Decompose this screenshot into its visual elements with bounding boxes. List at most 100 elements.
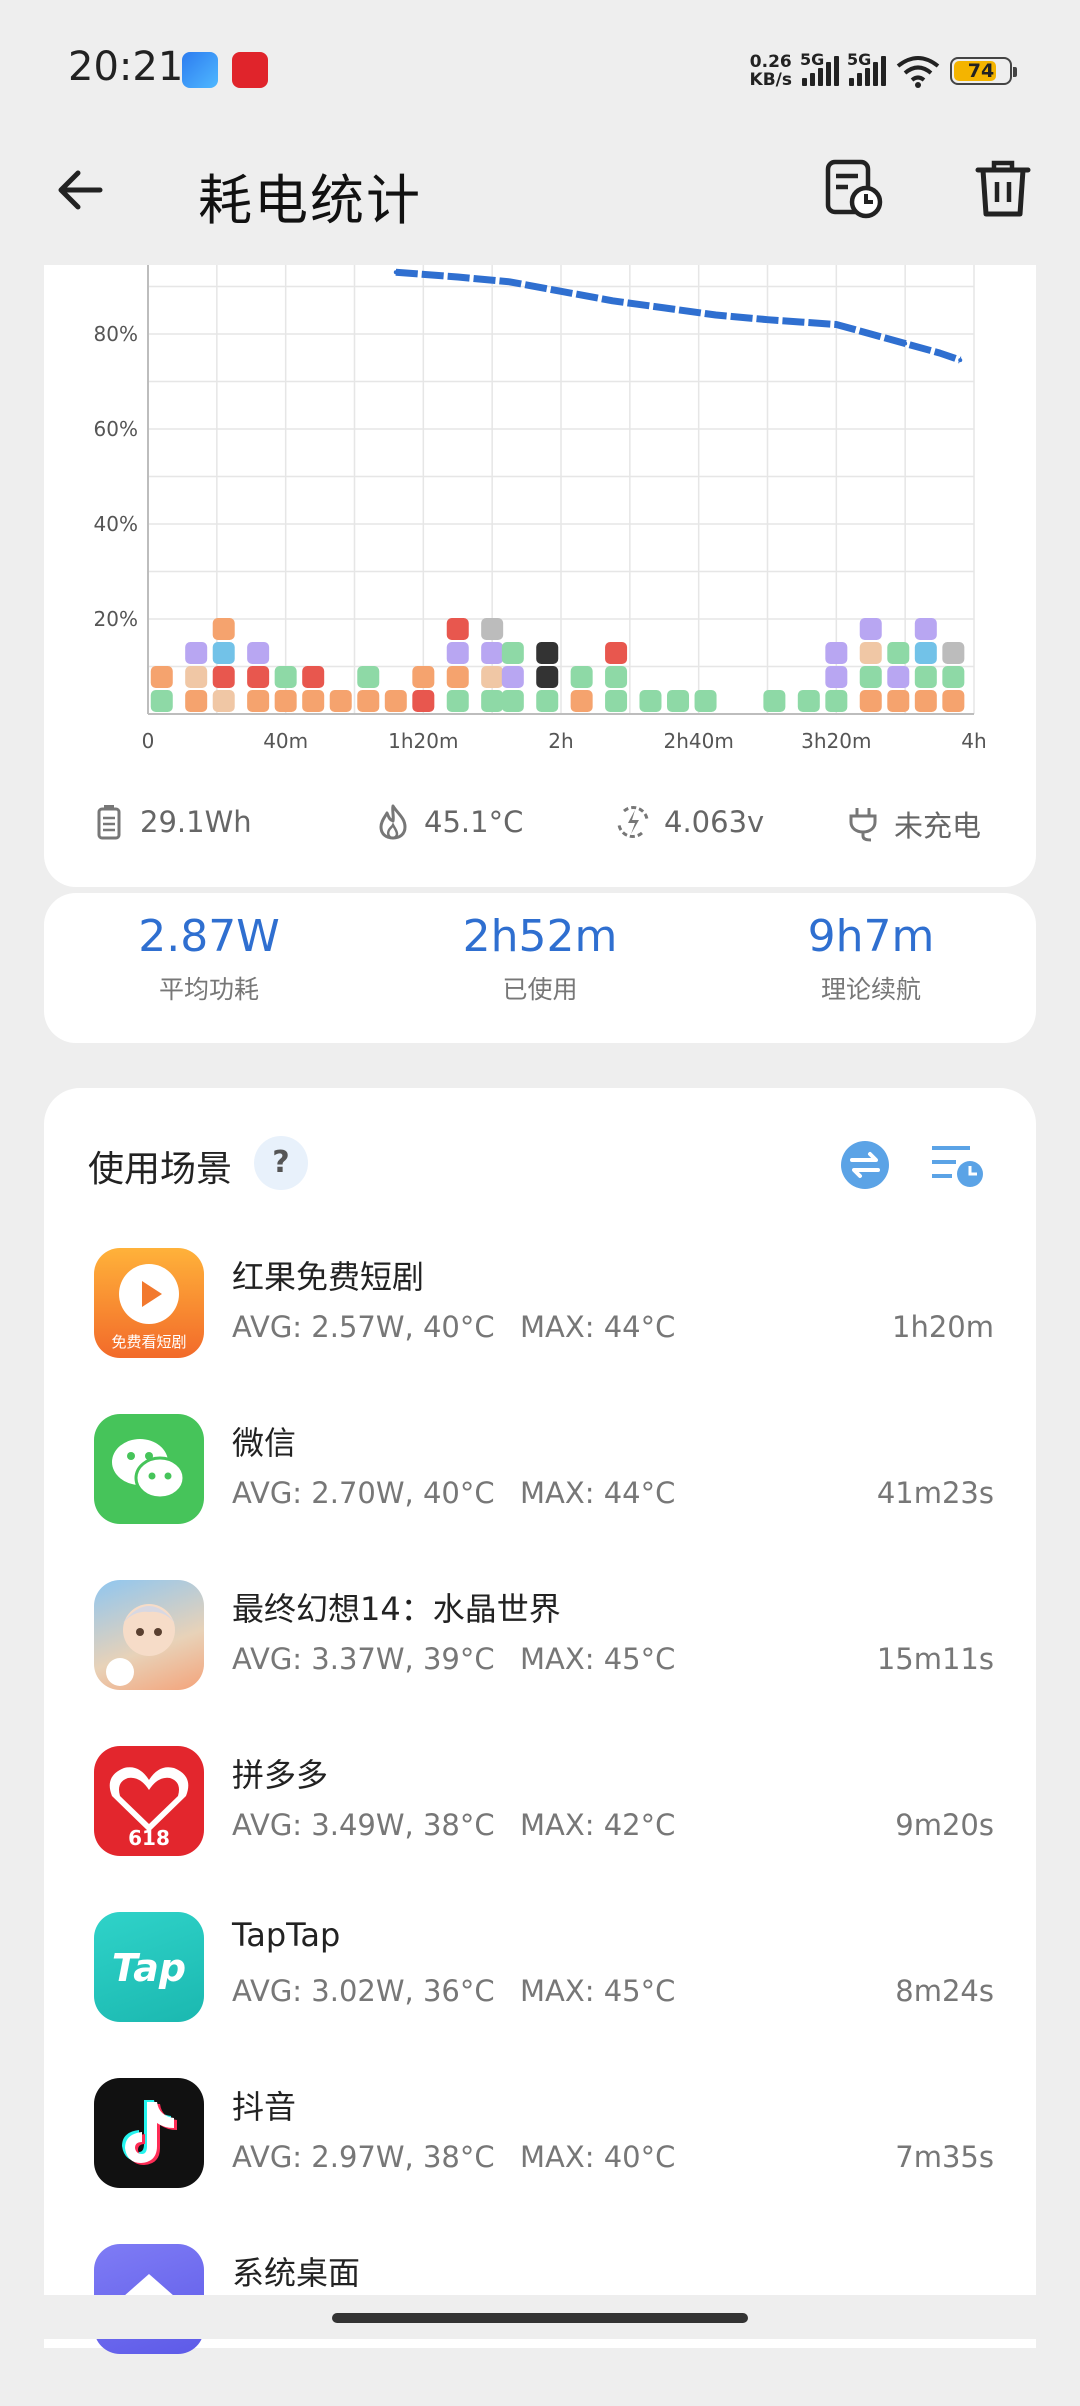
app-usage-marker xyxy=(412,690,435,712)
voltage-icon xyxy=(617,806,649,838)
gallery-app-icon xyxy=(182,52,218,88)
app-usage-marker xyxy=(887,690,910,712)
battery-level-point xyxy=(713,313,718,317)
capacity-metric: 29.1Wh xyxy=(90,803,252,841)
app-usage-marker xyxy=(185,642,208,664)
y-tick-label: 80% xyxy=(94,322,138,346)
app-usage-marker xyxy=(667,690,690,712)
temperature-metric: 45.1°C xyxy=(374,803,523,841)
app-usage-marker xyxy=(412,666,435,688)
douyin-app-icon xyxy=(94,2078,204,2188)
battery-chart-card: 20% 40% 60% 80% 0 40m 1h20m 2h 2h40m 3h20m 4h 29.1… xyxy=(44,265,1036,887)
app-usage-marker xyxy=(150,666,173,688)
estimated-endurance-stat: 9h7m 理论续航 xyxy=(807,911,935,1004)
app-usage-marker xyxy=(501,666,524,688)
y-tick-label: 40% xyxy=(94,512,138,536)
app-usage-marker xyxy=(446,690,469,712)
app-usage-marker xyxy=(150,690,173,712)
app-usage-marker xyxy=(247,642,270,664)
battery-capacity-icon xyxy=(97,805,121,840)
usage-summary-card: 2.87W 平均功耗 2h52m 已使用 9h7m 理论续航 xyxy=(44,893,1036,1043)
page-title: 耗电统计 xyxy=(198,169,422,232)
app-usage-marker xyxy=(481,666,504,688)
app-usage-marker xyxy=(481,642,504,664)
y-tick-label: 20% xyxy=(94,607,138,631)
app-usage-marker xyxy=(797,690,820,712)
arrow-left-icon[interactable] xyxy=(50,160,110,220)
app-usage-marker xyxy=(914,666,937,688)
app-usage-marker xyxy=(694,690,717,712)
app-usage-marker xyxy=(536,690,559,712)
app-usage-marker xyxy=(212,690,235,712)
taptap-app-icon: Tap xyxy=(94,1912,204,2022)
list-item[interactable]: 最终幻想14：水晶世界 AVG: 3.37W, 39°C MAX: 45°C 1… xyxy=(44,1576,1036,1742)
battery-level-point xyxy=(610,298,615,303)
app-usage-marker xyxy=(247,666,270,688)
home-indicator[interactable] xyxy=(332,2313,748,2323)
app-usage-marker xyxy=(481,618,504,640)
battery-level-chart[interactable]: 20% 40% 60% 80% 0 40m 1h20m 2h 2h40m 3h20m 4h xyxy=(44,265,1036,805)
app-usage-marker xyxy=(942,666,965,688)
app-header: 耗电统计 xyxy=(0,130,1080,265)
app-usage-marker xyxy=(859,666,882,688)
x-tick-label: 0 xyxy=(142,729,155,753)
x-tick-label: 40m xyxy=(263,729,308,753)
net-speed: 0.26 KB/s xyxy=(749,52,792,90)
signal-icon: 5G xyxy=(847,50,886,86)
x-tick-label: 2h xyxy=(548,729,573,753)
app-usage-marker xyxy=(212,618,235,640)
history-icon[interactable] xyxy=(820,156,886,222)
battery-icon: 74 xyxy=(950,57,1017,85)
used-time-stat: 2h52m 已使用 xyxy=(462,911,618,1004)
pinduoduo-app-icon: 618 xyxy=(94,1746,204,1856)
app-usage-marker xyxy=(357,690,380,712)
pinduoduo-app-icon xyxy=(232,52,268,88)
app-usage-marker xyxy=(274,666,297,688)
battery-level-point xyxy=(662,305,667,310)
status-icons: 0.26 KB/s 5G 5G 74 xyxy=(749,48,1017,94)
battery-level-point xyxy=(868,332,873,336)
voltage-metric: 4.063v xyxy=(614,803,764,841)
app-usage-marker xyxy=(887,666,910,688)
flame-icon xyxy=(379,804,407,840)
sort-by-time-icon[interactable] xyxy=(930,1140,986,1190)
app-usage-marker xyxy=(942,642,965,664)
app-usage-marker xyxy=(914,690,937,712)
status-bar: 20:21 0.26 KB/s 5G 5G 74 xyxy=(0,0,1080,130)
switch-icon[interactable] xyxy=(840,1140,890,1190)
charge-state-metric: 未充电 xyxy=(844,803,981,845)
app-usage-marker xyxy=(570,690,593,712)
plug-icon xyxy=(849,808,877,842)
battery-level-point xyxy=(393,270,398,275)
battery-level-point xyxy=(455,275,460,279)
list-item[interactable]: 微信 AVG: 2.70W, 40°C MAX: 44°C 41m23s xyxy=(44,1410,1036,1576)
app-usage-marker xyxy=(825,666,848,688)
app-usage-marker xyxy=(825,642,848,664)
app-usage-marker xyxy=(570,666,593,688)
app-usage-marker xyxy=(302,690,325,712)
battery-level-point xyxy=(799,320,804,325)
x-tick-label: 4h xyxy=(961,729,986,753)
help-button[interactable]: ? xyxy=(254,1136,308,1190)
app-usage-marker xyxy=(859,690,882,712)
list-item[interactable]: 免费看短剧 红果免费短剧 AVG: 2.57W, 40°C MAX: 44°C … xyxy=(44,1244,1036,1410)
list-item[interactable]: 618 拼多多 AVG: 3.49W, 38°C MAX: 42°C 9m20s xyxy=(44,1742,1036,1908)
list-item[interactable]: Tap TapTap AVG: 3.02W, 36°C MAX: 45°C 8m… xyxy=(44,1908,1036,2074)
app-usage-marker xyxy=(914,618,937,640)
app-usage-marker xyxy=(639,690,662,712)
battery-level-point xyxy=(937,351,942,355)
app-usage-marker xyxy=(274,690,297,712)
list-item[interactable]: 抖音 AVG: 2.97W, 38°C MAX: 40°C 7m35s xyxy=(44,2074,1036,2240)
battery-level-point xyxy=(958,358,963,363)
app-usage-marker xyxy=(859,642,882,664)
hongguo-app-icon: 免费看短剧 xyxy=(94,1248,204,1358)
app-usage-marker xyxy=(384,690,407,712)
app-usage-marker xyxy=(481,690,504,712)
avg-power-stat: 2.87W 平均功耗 xyxy=(138,911,280,1004)
x-tick-label: 2h40m xyxy=(663,729,733,753)
trash-icon[interactable] xyxy=(970,156,1036,222)
app-usage-marker xyxy=(212,642,235,664)
app-usage-marker xyxy=(446,618,469,640)
battery-level-point xyxy=(507,279,512,284)
app-usage-marker xyxy=(887,642,910,664)
